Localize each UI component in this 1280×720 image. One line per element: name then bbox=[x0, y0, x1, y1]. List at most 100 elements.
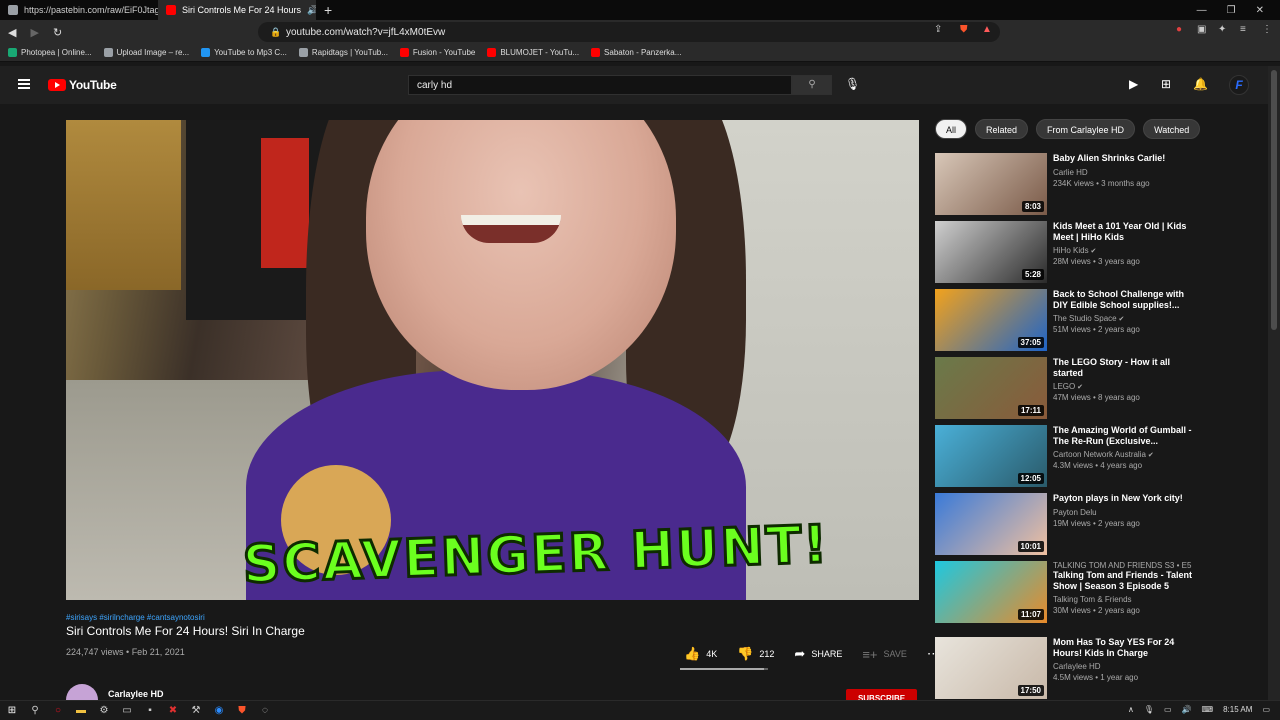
app-icon[interactable]: ▭ bbox=[121, 705, 133, 717]
recommendation-item[interactable]: 10:01 Payton plays in New York city! Payto… bbox=[935, 493, 1255, 555]
search-input[interactable]: carly hd bbox=[408, 75, 792, 95]
menu-icon[interactable]: ⋮ bbox=[1262, 24, 1272, 35]
recommendation-item[interactable]: 5:28 Kids Meet a 101 Year Old | Kids Meet… bbox=[935, 221, 1255, 283]
like-button[interactable]: 👍 4K bbox=[684, 646, 717, 662]
recommendation-channel[interactable]: Carlie HD bbox=[1053, 168, 1193, 177]
recommendation-title[interactable]: The LEGO Story - How it all started bbox=[1053, 357, 1193, 378]
bookmark-item[interactable]: Sabaton - Panzerka... bbox=[591, 48, 681, 57]
app-icon[interactable]: ◌ bbox=[259, 705, 271, 717]
recommendation-title[interactable]: Mom Has To Say YES For 24 Hours! Kids In… bbox=[1053, 637, 1193, 658]
clock-time[interactable]: 8:15 AM bbox=[1223, 705, 1252, 714]
browser-tab-youtube[interactable]: Siri Controls Me For 24 Hours 🔊 × bbox=[158, 0, 316, 20]
video-thumbnail[interactable]: 10:01 bbox=[935, 493, 1047, 555]
puzzle-icon[interactable]: ✦ bbox=[1218, 24, 1226, 35]
recommendation-item[interactable]: 11:07 TALKING TOM AND FRIENDS S3 • E5 Talk… bbox=[935, 561, 1255, 623]
video-thumbnail[interactable]: 8:03 bbox=[935, 153, 1047, 215]
tray-chevron-icon[interactable]: ∧ bbox=[1128, 705, 1134, 714]
recommendation-channel[interactable]: HiHo Kids ✔ bbox=[1053, 246, 1193, 255]
share-icon[interactable]: ⇪ bbox=[934, 24, 942, 35]
hamburger-menu-icon[interactable] bbox=[18, 79, 30, 89]
keyboard-icon[interactable]: ⌨ bbox=[1202, 705, 1214, 714]
video-duration: 37:05 bbox=[1017, 337, 1044, 348]
opera-icon[interactable]: ○ bbox=[52, 705, 64, 717]
recommendation-title[interactable]: Baby Alien Shrinks Carlie! bbox=[1053, 153, 1193, 164]
youtube-logo[interactable]: YouTube bbox=[48, 78, 117, 92]
app-icon[interactable]: ◉ bbox=[213, 705, 225, 717]
bookmark-item[interactable]: BLUMOJET - YouTu... bbox=[487, 48, 579, 57]
recommendation-item[interactable]: 8:03 Baby Alien Shrinks Carlie! Carlie HD 2… bbox=[935, 153, 1255, 215]
chip-from-channel[interactable]: From Carlaylee HD bbox=[1036, 119, 1136, 139]
recommendation-title[interactable]: Kids Meet a 101 Year Old | Kids Meet | H… bbox=[1053, 221, 1193, 242]
restore-icon[interactable]: ❐ bbox=[1227, 5, 1236, 16]
app-icon[interactable]: ✖ bbox=[167, 705, 179, 717]
file-explorer-icon[interactable]: ▬ bbox=[75, 705, 87, 717]
video-player[interactable]: SCAVENGER HUNT! bbox=[66, 120, 919, 600]
extension-icon[interactable]: ● bbox=[1176, 24, 1182, 35]
windows-start-icon[interactable]: ⊞ bbox=[6, 705, 18, 717]
search-button[interactable]: ⚲ bbox=[792, 75, 832, 95]
brave-shield-icon[interactable]: ⛊ bbox=[960, 24, 968, 35]
browser-tab-pastebin[interactable]: https://pastebin.com/raw/EiF0Jtag bbox=[0, 0, 158, 20]
recommendation-channel[interactable]: Talking Tom & Friends bbox=[1053, 595, 1193, 604]
terminal-icon[interactable]: ▪ bbox=[144, 705, 156, 717]
apps-grid-icon[interactable]: ⊞ bbox=[1161, 77, 1171, 91]
brave-rewards-icon[interactable]: ▲ bbox=[982, 24, 992, 35]
tray-microphone-icon[interactable]: 🎙 bbox=[1144, 705, 1154, 714]
recommendation-item[interactable]: 17:11 The LEGO Story - How it all started… bbox=[935, 357, 1255, 419]
video-thumbnail[interactable]: 11:07 bbox=[935, 561, 1047, 623]
brave-browser-icon[interactable]: ⛊ bbox=[236, 705, 248, 717]
app-icon[interactable]: ⚒ bbox=[190, 705, 202, 717]
recommendation-title[interactable]: Payton plays in New York city! bbox=[1053, 493, 1193, 504]
video-thumbnail[interactable]: 17:11 bbox=[935, 357, 1047, 419]
recommendation-title[interactable]: Back to School Challenge with DIY Edible… bbox=[1053, 289, 1193, 310]
bookmark-item[interactable]: Fusion - YouTube bbox=[399, 48, 475, 57]
extension-icon[interactable]: ▣ bbox=[1197, 24, 1206, 35]
notifications-icon[interactable]: ▭ bbox=[1262, 705, 1270, 714]
steam-icon[interactable]: ⚙ bbox=[98, 705, 110, 717]
recommendation-channel[interactable]: Cartoon Network Australia ✔ bbox=[1053, 450, 1193, 459]
close-window-icon[interactable]: ✕ bbox=[1256, 5, 1264, 16]
forward-icon[interactable]: ▶ bbox=[30, 26, 38, 39]
speaker-icon[interactable]: 🔊 bbox=[307, 5, 316, 16]
create-video-icon[interactable]: ▶ bbox=[1129, 77, 1138, 91]
recommendation-item[interactable]: 37:05 Back to School Challenge with DIY E… bbox=[935, 289, 1255, 351]
recommendation-title[interactable]: The Amazing World of Gumball - The Re-Ru… bbox=[1053, 425, 1193, 446]
account-avatar[interactable]: F bbox=[1229, 75, 1249, 95]
page-scrollbar[interactable] bbox=[1268, 66, 1280, 700]
video-hashtags[interactable]: #sirisays #sirilncharge #cantsaynotosiri bbox=[66, 613, 205, 622]
bookmark-item[interactable]: Photopea | Online... bbox=[8, 48, 92, 57]
recommendation-channel[interactable]: Payton Delu bbox=[1053, 508, 1193, 517]
recommendation-channel[interactable]: LEGO ✔ bbox=[1053, 382, 1193, 391]
video-thumbnail[interactable]: 12:05 bbox=[935, 425, 1047, 487]
dislike-button[interactable]: 👎 212 bbox=[737, 646, 774, 662]
recommendation-item[interactable]: 17:50 Mom Has To Say YES For 24 Hours! Ki… bbox=[935, 637, 1255, 699]
minimize-icon[interactable]: — bbox=[1197, 5, 1207, 16]
address-bar[interactable]: 🔒 youtube.com/watch?v=jfL4xM0tEvw bbox=[258, 22, 1000, 42]
video-thumbnail[interactable]: 17:50 bbox=[935, 637, 1047, 699]
bookmark-item[interactable]: YouTube to Mp3 C... bbox=[201, 48, 287, 57]
playlist-icon[interactable]: ≡ bbox=[1240, 24, 1246, 35]
recommendation-channel[interactable]: The Studio Space ✔ bbox=[1053, 314, 1193, 323]
microphone-icon[interactable]: 🎙 bbox=[845, 77, 860, 91]
reload-icon[interactable]: ↻ bbox=[53, 26, 62, 39]
volume-icon[interactable]: 🔊 bbox=[1182, 705, 1192, 714]
recommendation-channel[interactable]: Carlaylee HD bbox=[1053, 662, 1193, 671]
share-button[interactable]: ➦ SHARE bbox=[794, 646, 842, 662]
notifications-bell-icon[interactable]: 🔔 bbox=[1193, 77, 1208, 91]
save-button[interactable]: ≡+ SAVE bbox=[862, 647, 907, 662]
chip-all[interactable]: All bbox=[935, 119, 968, 139]
recommendation-item[interactable]: 12:05 The Amazing World of Gumball - The … bbox=[935, 425, 1255, 487]
bookmark-item[interactable]: Upload Image – re... bbox=[103, 48, 189, 57]
recommendation-title[interactable]: Talking Tom and Friends - Talent Show | … bbox=[1053, 570, 1193, 591]
scrollbar-thumb[interactable] bbox=[1271, 70, 1277, 330]
video-thumbnail[interactable]: 37:05 bbox=[935, 289, 1047, 351]
search-icon[interactable]: ⚲ bbox=[29, 705, 41, 717]
network-icon[interactable]: ▭ bbox=[1164, 705, 1172, 714]
channel-name[interactable]: Carlaylee HD bbox=[108, 689, 164, 699]
new-tab-button[interactable]: + bbox=[316, 2, 340, 18]
video-thumbnail[interactable]: 5:28 bbox=[935, 221, 1047, 283]
chip-watched[interactable]: Watched bbox=[1143, 119, 1201, 139]
chip-related[interactable]: Related bbox=[975, 119, 1029, 139]
bookmark-item[interactable]: Rapidtags | YouTub... bbox=[298, 48, 388, 57]
back-icon[interactable]: ◀ bbox=[8, 26, 16, 39]
